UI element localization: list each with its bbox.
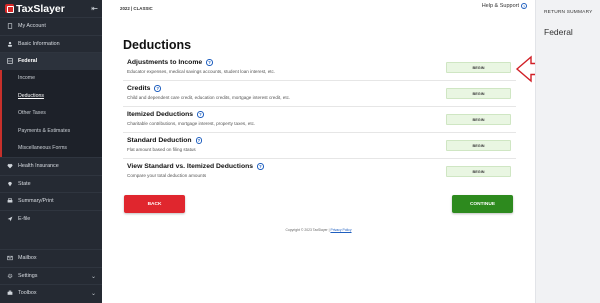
- sidebar-item-label: Toolbox: [18, 290, 37, 297]
- federal-icon: [6, 57, 14, 65]
- row-title-text: View Standard vs. Itemized Deductions: [127, 163, 254, 170]
- toolbox-icon: [6, 289, 14, 297]
- sidebar: TaxSlayer ⇤ My Account Basic Information…: [0, 0, 102, 303]
- app-root: TaxSlayer ⇤ My Account Basic Information…: [0, 0, 600, 303]
- list-item: Standard Deduction ? Flat amount based o…: [123, 133, 516, 159]
- help-circle-icon[interactable]: ?: [197, 111, 204, 118]
- sidebar-item-label: E-file: [18, 215, 31, 222]
- sidebar-item-federal[interactable]: Federal: [0, 52, 102, 70]
- sidebar-item-label: Settings: [18, 272, 38, 279]
- list-item: Itemized Deductions ? Charitable contrib…: [123, 107, 516, 133]
- row-title-text: Adjustments to Income: [127, 59, 203, 66]
- row-title: View Standard vs. Itemized Deductions ?: [127, 163, 264, 170]
- help-circle-icon[interactable]: ?: [195, 137, 203, 144]
- row-description: Charitable contributions, mortgage inter…: [127, 121, 256, 126]
- sidebar-subitem-other-taxes[interactable]: Other Taxes: [2, 105, 102, 123]
- copyright-text: Copyright © 2023 TaxSlayer: [285, 228, 328, 232]
- row-title-text: Credits: [127, 85, 151, 92]
- chevron-down-icon: ⌄: [90, 273, 96, 280]
- footer: Copyright © 2023 TaxSlayer | Privacy Pol…: [102, 228, 535, 232]
- help-circle-icon[interactable]: ?: [154, 85, 161, 92]
- help-circle-icon[interactable]: ?: [257, 163, 264, 170]
- row-description: Compare your total deduction amounts: [127, 173, 207, 178]
- sidebar-item-label: Federal: [18, 58, 38, 65]
- begin-button[interactable]: BEGIN: [446, 114, 511, 125]
- sidebar-item-basic-information[interactable]: Basic Information: [0, 34, 102, 53]
- send-icon: [6, 215, 14, 223]
- list-item: Credits ? Child and dependent care credi…: [123, 81, 516, 107]
- deductions-list: Adjustments to Income ? Educator expense…: [123, 55, 516, 185]
- sidebar-item-health-insurance[interactable]: Health Insurance: [0, 157, 102, 175]
- chevron-down-icon: ⌄: [90, 291, 96, 297]
- health-icon: [6, 162, 14, 170]
- row-title: Standard Deduction ?: [127, 137, 203, 144]
- begin-button[interactable]: BEGIN: [446, 166, 511, 177]
- help-support-link[interactable]: Help & Support ?: [482, 3, 527, 9]
- top-bar: 2022 | CLASSIC Help & Support ?: [102, 0, 535, 17]
- sidebar-item-summary-print[interactable]: Summary/Print: [0, 192, 102, 210]
- sidebar-item-settings[interactable]: Settings ⌄: [0, 266, 102, 285]
- row-title: Itemized Deductions ?: [127, 111, 204, 118]
- brand-logo[interactable]: TaxSlayer: [5, 3, 65, 15]
- sidebar-subitem-income[interactable]: Income: [2, 70, 102, 88]
- privacy-policy-link[interactable]: Privacy Policy: [330, 228, 351, 232]
- row-title: Credits ?: [127, 85, 161, 92]
- row-description: Educator expenses, medical savings accou…: [127, 69, 276, 74]
- sidebar-item-e-file[interactable]: E-file: [0, 209, 102, 228]
- sidebar-item-toolbox[interactable]: Toolbox ⌄: [0, 284, 102, 302]
- help-circle-icon: ?: [521, 3, 527, 9]
- begin-button[interactable]: BEGIN: [446, 88, 511, 99]
- summary-federal-label[interactable]: Federal: [544, 27, 573, 37]
- sidebar-item-state[interactable]: State: [0, 174, 102, 193]
- return-summary-header: RETURN SUMMARY: [544, 10, 593, 15]
- sidebar-item-label: Basic Information: [18, 40, 60, 47]
- mail-icon: [6, 254, 14, 262]
- map-pin-icon: [6, 180, 14, 188]
- row-title-text: Itemized Deductions: [127, 111, 194, 118]
- row-title-text: Standard Deduction: [127, 137, 192, 144]
- list-item: View Standard vs. Itemized Deductions ? …: [123, 159, 516, 185]
- help-label: Help & Support: [481, 3, 519, 9]
- gear-icon: [6, 272, 14, 280]
- sidebar-subitem-payments-estimates[interactable]: Payments & Estimates: [2, 122, 102, 140]
- continue-button[interactable]: CONTINUE: [452, 195, 513, 213]
- tax-year-label: 2022 | CLASSIC: [120, 6, 153, 11]
- help-circle-icon[interactable]: ?: [206, 59, 213, 66]
- sidebar-item-mailbox[interactable]: Mailbox: [0, 249, 102, 267]
- brand-bar: TaxSlayer ⇤: [0, 0, 102, 17]
- sidebar-item-label: Health Insurance: [18, 163, 59, 170]
- begin-button[interactable]: BEGIN: [446, 140, 511, 151]
- sidebar-item-my-account[interactable]: My Account: [0, 17, 102, 35]
- begin-button[interactable]: BEGIN: [446, 62, 511, 73]
- brand-name: TaxSlayer: [16, 2, 65, 15]
- page-title: Deductions: [123, 38, 192, 52]
- back-button[interactable]: BACK: [124, 195, 185, 213]
- federal-submenu: Income Deductions Other Taxes Payments &…: [0, 69, 102, 158]
- document-icon: [6, 22, 14, 30]
- print-icon: [6, 197, 14, 205]
- sidebar-item-label: Summary/Print: [18, 198, 54, 205]
- sidebar-subitem-miscellaneous-forms[interactable]: Miscellaneous Forms: [2, 140, 102, 158]
- user-icon: [6, 40, 14, 48]
- taxslayer-logo-icon: [5, 4, 14, 13]
- row-title: Adjustments to Income ?: [127, 59, 213, 66]
- row-description: Flat amount based on filing status: [127, 147, 196, 152]
- list-item: Adjustments to Income ? Educator expense…: [123, 55, 516, 81]
- row-description: Child and dependent care credit, educati…: [127, 95, 291, 100]
- return-summary-panel: RETURN SUMMARY Federal: [535, 0, 600, 303]
- sidebar-item-label: My Account: [18, 23, 46, 30]
- collapse-menu-icon[interactable]: ⇤: [91, 4, 98, 13]
- sidebar-item-label: Mailbox: [18, 255, 37, 262]
- sidebar-item-label: State: [18, 180, 31, 187]
- sidebar-subitem-deductions[interactable]: Deductions: [2, 87, 102, 105]
